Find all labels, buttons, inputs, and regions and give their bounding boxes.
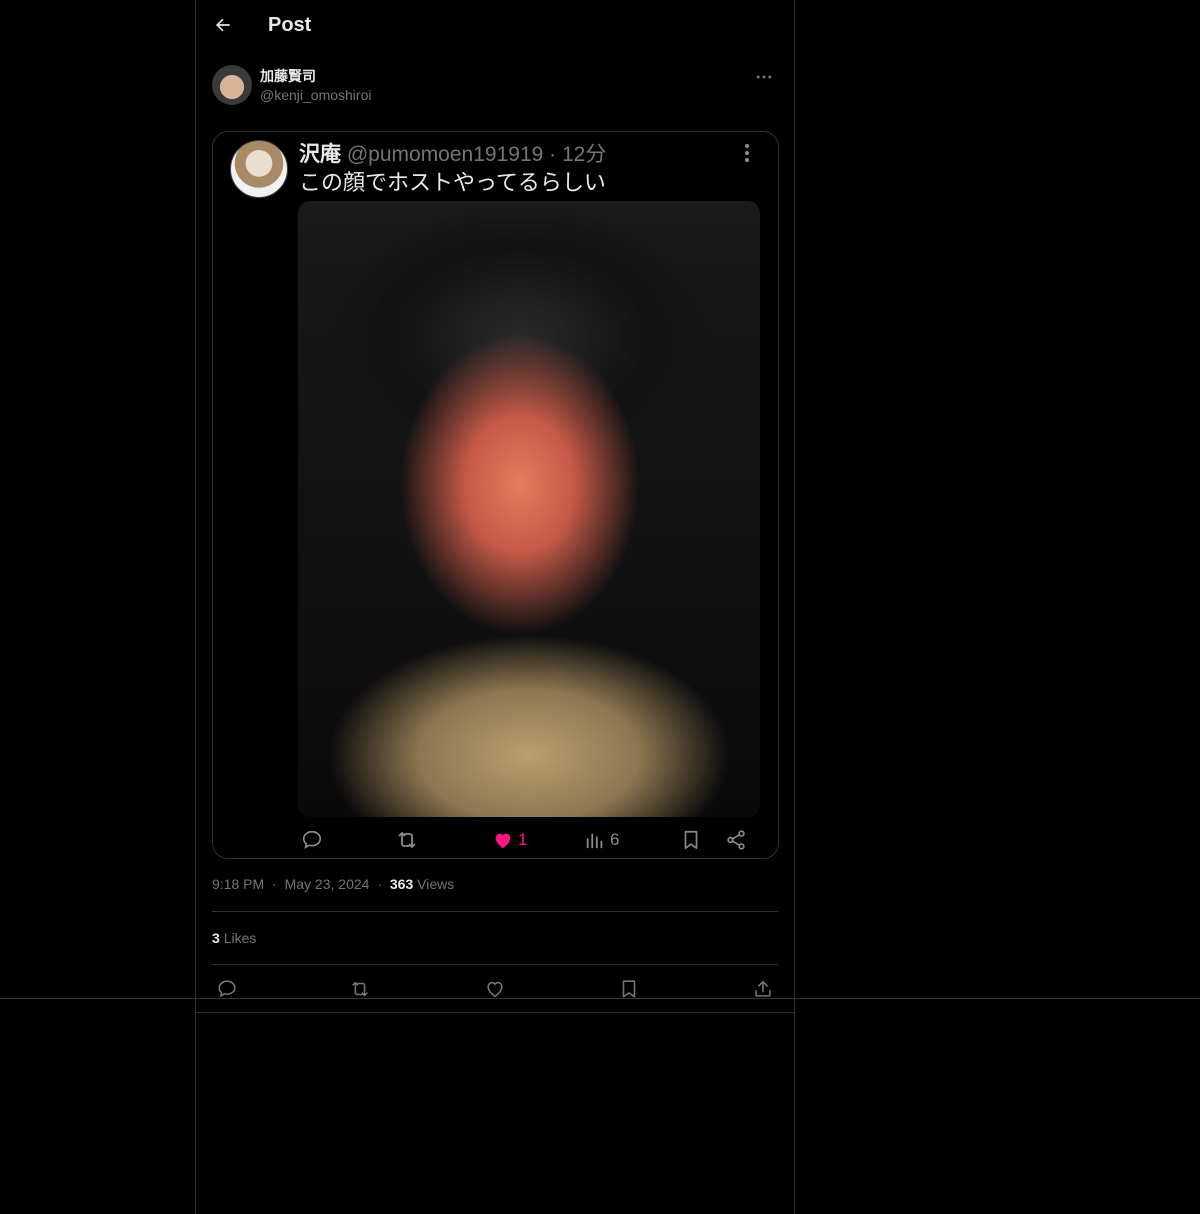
column-divider — [195, 1012, 795, 1013]
kebab-menu-icon — [738, 142, 756, 164]
share-upload-icon[interactable] — [752, 978, 774, 1000]
views-chart-icon — [584, 829, 606, 851]
post-time[interactable]: 9:18 PM — [212, 876, 264, 892]
quoted-header: 沢庵 @pumomoen191919 · 12分 — [299, 138, 606, 168]
share-nodes-icon — [725, 828, 747, 852]
post-author: 加藤賢司 @kenji_omoshiroi — [212, 65, 778, 109]
page-title: Post — [268, 14, 312, 36]
retweet-icon[interactable] — [349, 978, 371, 1000]
author-avatar[interactable] — [212, 65, 252, 105]
bookmark-icon[interactable] — [618, 978, 640, 1000]
quoted-post-screenshot[interactable]: 沢庵 @pumomoen191919 · 12分 この顔でホストやってるらしい — [212, 131, 779, 859]
reply-icon[interactable] — [216, 978, 238, 1000]
retweet-icon — [395, 828, 419, 852]
quoted-separator: · — [549, 143, 557, 166]
quoted-views-group: 6 — [584, 828, 619, 852]
viewport-divider — [0, 998, 1200, 999]
bookmark-icon — [680, 828, 702, 852]
quoted-action-bar: 1 6 — [213, 828, 778, 858]
quoted-like-group: 1 — [492, 828, 527, 852]
reply-icon — [301, 828, 323, 852]
more-options-icon[interactable] — [754, 67, 774, 87]
divider — [212, 911, 778, 912]
post-date[interactable]: May 23, 2024 — [285, 876, 370, 892]
meta-dot: · — [377, 876, 382, 892]
portrait-photo — [298, 201, 760, 817]
like-heart-icon[interactable] — [484, 978, 506, 1000]
divider — [212, 964, 778, 965]
post-header: Post — [196, 0, 794, 54]
quoted-time: 12分 — [562, 143, 607, 166]
author-handle[interactable]: @kenji_omoshiroi — [260, 87, 371, 103]
quoted-like-count: 1 — [518, 830, 528, 849]
quoted-view-count: 6 — [610, 830, 620, 849]
meta-dot: · — [272, 876, 277, 892]
views-count: 363 — [389, 876, 414, 892]
views-label: Views — [417, 876, 455, 892]
likes-count: 3 — [212, 930, 220, 946]
likes-label: Likes — [223, 930, 257, 946]
author-name[interactable]: 加藤賢司 — [260, 66, 316, 86]
post-meta: 9:18 PM · May 23, 2024 · 363 Views — [212, 876, 454, 892]
heart-filled-icon — [492, 829, 514, 851]
quoted-handle: @pumomoen191919 — [346, 143, 544, 166]
quoted-avatar — [230, 140, 288, 198]
back-arrow-icon[interactable] — [213, 15, 233, 35]
quoted-name: 沢庵 — [299, 143, 341, 166]
main-column: Post 加藤賢司 @kenji_omoshiroi 沢庵 @pumomoen1… — [195, 0, 795, 1214]
likes-summary[interactable]: 3 Likes — [212, 930, 256, 946]
quoted-text: この顔でホストやってるらしい — [299, 170, 606, 195]
